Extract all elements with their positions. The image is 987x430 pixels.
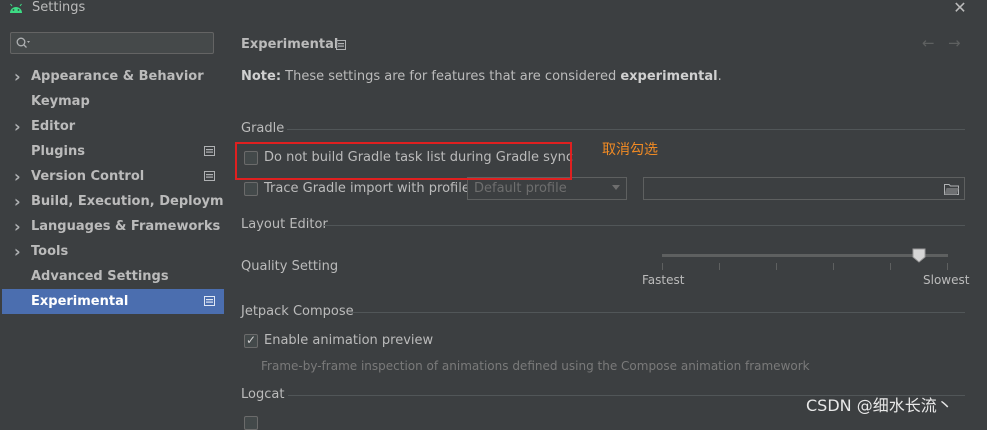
compose-section-heading: Jetpack Compose	[241, 304, 354, 319]
highlight-box	[235, 142, 572, 180]
sidebar-item-label: Editor	[31, 119, 76, 134]
sidebar-item-plugins[interactable]: Plugins	[2, 139, 224, 164]
search-icon	[16, 37, 30, 48]
animation-preview-label: Enable animation preview	[264, 333, 434, 348]
sidebar-item-label: Appearance & Behavior	[31, 69, 204, 84]
sidebar-item-label: Build, Execution, Deployment	[31, 194, 248, 209]
gradle-section-heading: Gradle	[241, 121, 285, 136]
sidebar-item-label: Experimental	[31, 294, 129, 309]
forward-arrow-icon[interactable]: →	[948, 34, 961, 52]
slider-tick	[890, 263, 891, 270]
note-suffix: .	[717, 69, 722, 84]
layout-editor-divider	[324, 225, 965, 226]
sidebar-item-label: Plugins	[31, 144, 85, 159]
animation-preview-checkbox[interactable]: ✓	[244, 333, 258, 348]
title-bar: Settings ✕	[0, 0, 987, 18]
settings-search-input[interactable]	[10, 32, 214, 54]
chevron-right-icon[interactable]: ›	[14, 114, 26, 139]
sidebar-item-editor[interactable]: › Editor	[2, 114, 224, 139]
folder-icon[interactable]	[944, 183, 959, 195]
sidebar-item-keymap[interactable]: Keymap	[2, 89, 224, 114]
slider-tick	[833, 263, 834, 270]
slider-max-label: Slowest	[923, 273, 970, 287]
chevron-right-icon[interactable]: ›	[14, 214, 26, 239]
slider-tick	[662, 263, 663, 270]
profile-dropdown[interactable]: Default profile	[467, 177, 627, 200]
profile-dropdown-value: Default profile	[474, 181, 567, 196]
note-text: These settings are for features that are…	[281, 69, 621, 84]
chevron-right-icon[interactable]: ›	[14, 64, 26, 89]
settings-sidebar: › Appearance & Behavior Keymap › Editor Plugi…	[0, 26, 248, 422]
sidebar-item-languages-frameworks[interactable]: › Languages & Frameworks	[2, 214, 224, 239]
window-title: Settings	[32, 0, 86, 15]
project-settings-icon	[336, 40, 346, 50]
sidebar-item-build-execution-deployment[interactable]: › Build, Execution, Deployment	[2, 189, 248, 214]
logcat-section-heading: Logcat	[241, 387, 285, 402]
profile-path-field[interactable]	[643, 177, 965, 200]
slider-tick	[776, 263, 777, 270]
android-icon	[10, 3, 22, 13]
sidebar-item-label: Languages & Frameworks	[31, 219, 221, 234]
sidebar-item-version-control[interactable]: › Version Control	[2, 164, 224, 189]
experimental-note: Note: These settings are for features th…	[241, 69, 722, 84]
sidebar-item-appearance-behavior[interactable]: › Appearance & Behavior	[2, 64, 224, 89]
logcat-option-checkbox[interactable]	[244, 416, 258, 430]
trace-gradle-import-label: Trace Gradle import with profile:	[264, 181, 475, 196]
sidebar-item-experimental[interactable]: Experimental	[2, 289, 224, 314]
sidebar-item-label: Version Control	[31, 169, 145, 184]
experimental-settings-panel: Experimental ← → Note: These settings ar…	[224, 18, 987, 430]
sidebar-item-tools[interactable]: › Tools	[2, 239, 224, 264]
sidebar-item-advanced-settings[interactable]: Advanced Settings	[2, 264, 224, 289]
trace-gradle-import-checkbox[interactable]	[244, 182, 258, 196]
back-arrow-icon[interactable]: ←	[922, 34, 935, 52]
quality-setting-label: Quality Setting	[241, 259, 339, 274]
slider-min-label: Fastest	[642, 273, 685, 287]
project-settings-icon	[204, 296, 215, 306]
chevron-right-icon[interactable]: ›	[14, 189, 26, 214]
chevron-right-icon[interactable]: ›	[14, 164, 26, 189]
checkmark-icon: ✓	[246, 333, 257, 347]
slider-tick	[947, 263, 948, 270]
animation-preview-description: Frame-by-frame inspection of animations …	[261, 359, 810, 373]
sidebar-item-label: Tools	[31, 244, 69, 259]
sidebar-item-label: Advanced Settings	[31, 269, 169, 284]
layout-editor-section-heading: Layout Editor	[241, 217, 328, 232]
project-settings-icon	[204, 171, 215, 181]
compose-divider	[350, 312, 965, 313]
note-label: Note:	[241, 69, 282, 84]
annotation-text: 取消勾选	[602, 142, 658, 158]
quality-slider-thumb[interactable]	[912, 248, 926, 263]
project-settings-icon	[204, 146, 215, 156]
sidebar-item-label: Keymap	[31, 94, 90, 109]
slider-tick	[719, 263, 720, 270]
note-emphasis: experimental	[620, 69, 718, 84]
watermark: CSDN @细水长流丶	[806, 396, 953, 415]
chevron-right-icon[interactable]: ›	[14, 239, 26, 264]
quality-slider-track[interactable]	[662, 254, 948, 257]
gradle-divider	[287, 129, 965, 130]
page-title: Experimental	[241, 37, 339, 52]
chevron-down-icon	[612, 185, 620, 190]
close-button[interactable]: ✕	[950, 0, 970, 17]
